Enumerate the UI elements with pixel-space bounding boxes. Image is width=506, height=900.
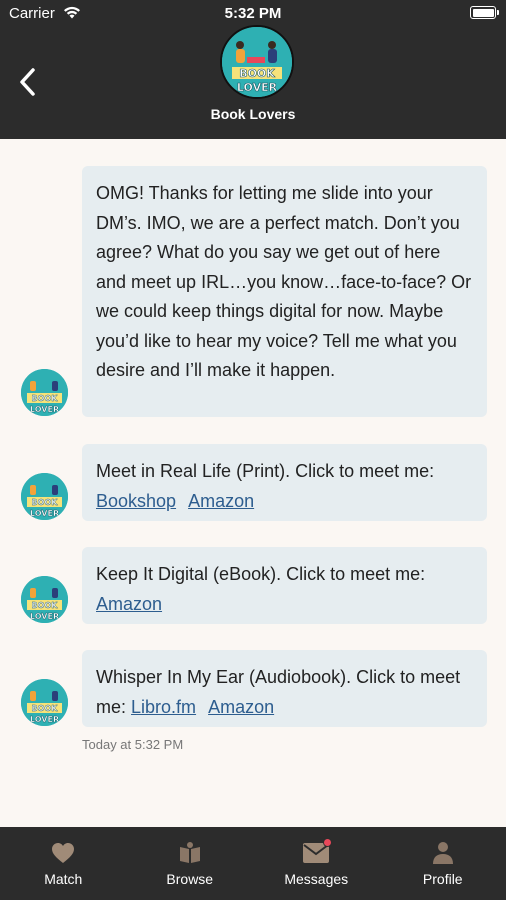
person-icon xyxy=(430,840,456,866)
amazon-link[interactable]: Amazon xyxy=(208,697,274,717)
tab-label: Match xyxy=(44,871,83,887)
chat-title[interactable]: Book Lovers xyxy=(0,106,506,122)
book-lovers-logo: BOOK LOVER xyxy=(21,576,68,623)
tab-browse[interactable]: Browse xyxy=(127,827,254,900)
tab-match[interactable]: Match xyxy=(0,827,127,900)
book-lovers-logo: BOOK LOVER xyxy=(21,369,68,416)
group-avatar[interactable]: BOOK LOVER xyxy=(220,25,294,99)
book-lovers-logo: BOOK LOVER xyxy=(21,679,68,726)
amazon-link[interactable]: Amazon xyxy=(188,491,254,511)
svg-text:LOVER: LOVER xyxy=(30,715,59,724)
libro-fm-link[interactable]: Libro.fm xyxy=(131,697,196,717)
message-text: Meet in Real Life (Print). Click to meet… xyxy=(96,461,435,481)
heart-icon xyxy=(50,840,76,866)
avatar[interactable]: BOOK LOVER xyxy=(21,369,68,416)
avatar[interactable]: BOOK LOVER xyxy=(21,576,68,623)
svg-text:LOVER: LOVER xyxy=(237,81,278,94)
status-bar: Carrier 5:32 PM xyxy=(0,0,506,28)
svg-text:BOOK: BOOK xyxy=(239,67,275,80)
message-bubble: Whisper In My Ear (Audiobook). Click to … xyxy=(82,650,487,727)
message-bubble: Meet in Real Life (Print). Click to meet… xyxy=(82,444,487,521)
book-lovers-logo: BOOK LOVER xyxy=(21,473,68,520)
svg-text:BOOK: BOOK xyxy=(32,394,59,403)
unread-badge xyxy=(323,838,333,847)
book-icon xyxy=(177,840,203,866)
amazon-link[interactable]: Amazon xyxy=(96,594,162,614)
svg-text:LOVER: LOVER xyxy=(30,509,59,518)
svg-text:BOOK: BOOK xyxy=(32,704,59,713)
message-list[interactable]: OMG! Thanks for letting me slide into yo… xyxy=(0,139,506,827)
tab-bar: Match Browse Messages Profile xyxy=(0,827,506,900)
avatar[interactable]: BOOK LOVER xyxy=(21,473,68,520)
tab-label: Browse xyxy=(166,871,214,887)
svg-text:BOOK: BOOK xyxy=(32,601,59,610)
battery-icon xyxy=(470,6,499,19)
chevron-left-icon xyxy=(20,68,35,96)
message-timestamp: Today at 5:32 PM xyxy=(82,737,184,752)
book-lovers-logo: BOOK LOVER xyxy=(222,27,292,97)
svg-text:BOOK: BOOK xyxy=(32,498,59,507)
tab-label: Profile xyxy=(422,871,463,887)
bookshop-link[interactable]: Bookshop xyxy=(96,491,176,511)
back-button[interactable] xyxy=(12,62,42,102)
svg-text:LOVER: LOVER xyxy=(30,612,59,621)
message-text: Keep It Digital (eBook). Click to meet m… xyxy=(96,564,426,584)
status-time: 5:32 PM xyxy=(224,5,282,22)
tab-label: Messages xyxy=(284,871,349,887)
tab-profile[interactable]: Profile xyxy=(380,827,506,900)
envelope-icon xyxy=(303,838,333,866)
tab-messages[interactable]: Messages xyxy=(253,827,380,900)
message-text: OMG! Thanks for letting me slide into yo… xyxy=(96,183,472,380)
svg-text:LOVER: LOVER xyxy=(30,405,59,414)
chat-header: Carrier 5:32 PM BOOK LOVER Book Lovers xyxy=(0,0,506,139)
avatar[interactable]: BOOK LOVER xyxy=(21,679,68,726)
message-bubble: Keep It Digital (eBook). Click to meet m… xyxy=(82,547,487,624)
message-bubble: OMG! Thanks for letting me slide into yo… xyxy=(82,166,487,417)
